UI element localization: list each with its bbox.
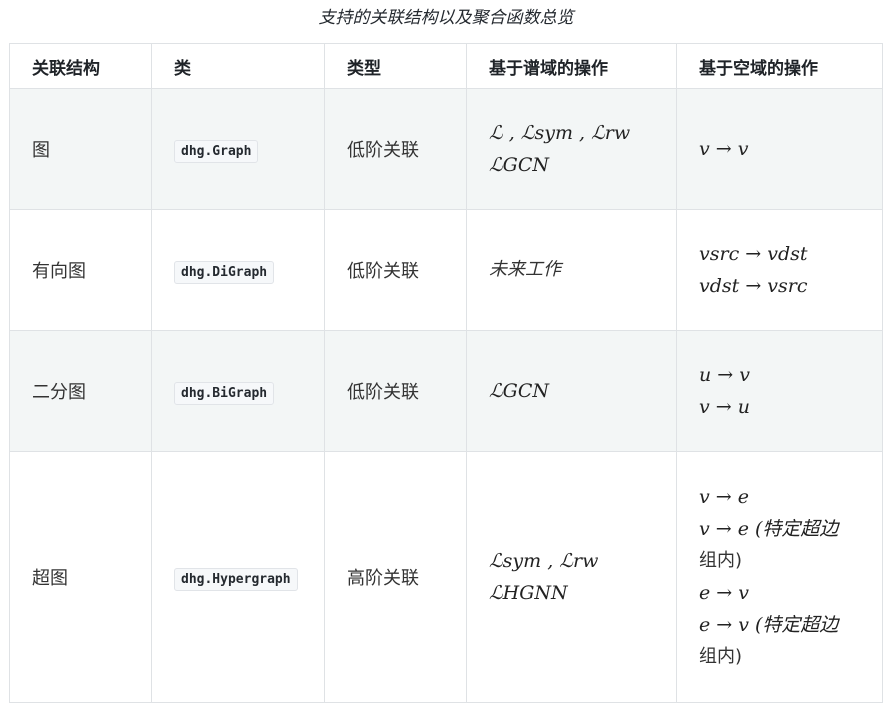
cell-class: dhg.DiGraph	[151, 209, 325, 331]
spatial-line: e → v	[699, 582, 749, 604]
spatial-line: vsrc → vdst	[699, 243, 808, 265]
spatial-line: e → v (特定超边	[699, 614, 839, 636]
header-row: 关联结构 类 类型 基于谱域的操作 基于空域的操作	[9, 43, 883, 89]
cell-type: 高阶关联	[324, 451, 467, 703]
spatial-line: v → v	[699, 138, 749, 160]
spatial-line: 组内)	[699, 550, 743, 571]
cell-spatial: u → v v → u	[676, 330, 883, 452]
cell-spectral: ℒGCN	[466, 330, 677, 452]
header-structure: 关联结构	[9, 43, 152, 89]
aggregation-table: 关联结构 类 类型 基于谱域的操作 基于空域的操作 图 dhg.Graph 低阶…	[9, 43, 883, 703]
cell-class: dhg.BiGraph	[151, 330, 325, 452]
cell-type: 低阶关联	[324, 88, 467, 210]
spectral-line: ℒ , ℒsym , ℒrw	[489, 122, 631, 144]
header-spectral: 基于谱域的操作	[466, 43, 677, 89]
cell-class: dhg.Graph	[151, 88, 325, 210]
spatial-line: v → e (特定超边	[699, 518, 839, 540]
cell-spectral: 未来工作	[466, 209, 677, 331]
spectral-line: ℒGCN	[489, 154, 550, 176]
cell-structure: 有向图	[9, 209, 152, 331]
header-type: 类型	[324, 43, 467, 89]
table-caption: 支持的关联结构以及聚合函数总览	[318, 8, 574, 28]
header-class: 类	[151, 43, 325, 89]
spectral-line: 未来工作	[489, 259, 561, 280]
spectral-line: ℒHGNN	[489, 582, 568, 604]
cell-type: 低阶关联	[324, 330, 467, 452]
table-row: 图 dhg.Graph 低阶关联 ℒ , ℒsym , ℒrw ℒGCN v →…	[9, 88, 883, 210]
table-row: 超图 dhg.Hypergraph 高阶关联 ℒsym , ℒrw ℒHGNN …	[9, 451, 883, 703]
cell-spatial: v → e v → e (特定超边 组内) e → v e → v (特定超边 …	[676, 451, 883, 703]
spectral-line: ℒGCN	[489, 380, 550, 402]
header-spatial: 基于空域的操作	[676, 43, 883, 89]
cell-structure: 图	[9, 88, 152, 210]
table-row: 二分图 dhg.BiGraph 低阶关联 ℒGCN u → v v → u	[9, 330, 883, 452]
cell-structure: 超图	[9, 451, 152, 703]
cell-class: dhg.Hypergraph	[151, 451, 325, 703]
cell-structure: 二分图	[9, 330, 152, 452]
spatial-line: u → v	[699, 364, 750, 386]
class-code: dhg.DiGraph	[174, 260, 275, 284]
cell-spectral: ℒ , ℒsym , ℒrw ℒGCN	[466, 88, 677, 210]
cell-type: 低阶关联	[324, 209, 467, 331]
spatial-line: 组内)	[699, 646, 743, 667]
spatial-line: v → e	[699, 486, 749, 508]
spatial-line: vdst → vsrc	[699, 275, 808, 297]
spectral-line: ℒsym , ℒrw	[489, 550, 599, 572]
class-code: dhg.Hypergraph	[174, 567, 298, 591]
table-row: 有向图 dhg.DiGraph 低阶关联 未来工作 vsrc → vdst vd…	[9, 209, 883, 331]
cell-spectral: ℒsym , ℒrw ℒHGNN	[466, 451, 677, 703]
cell-spatial: vsrc → vdst vdst → vsrc	[676, 209, 883, 331]
class-code: dhg.BiGraph	[174, 381, 275, 405]
cell-spatial: v → v	[676, 88, 883, 210]
spatial-line: v → u	[699, 396, 750, 418]
class-code: dhg.Graph	[174, 139, 259, 163]
